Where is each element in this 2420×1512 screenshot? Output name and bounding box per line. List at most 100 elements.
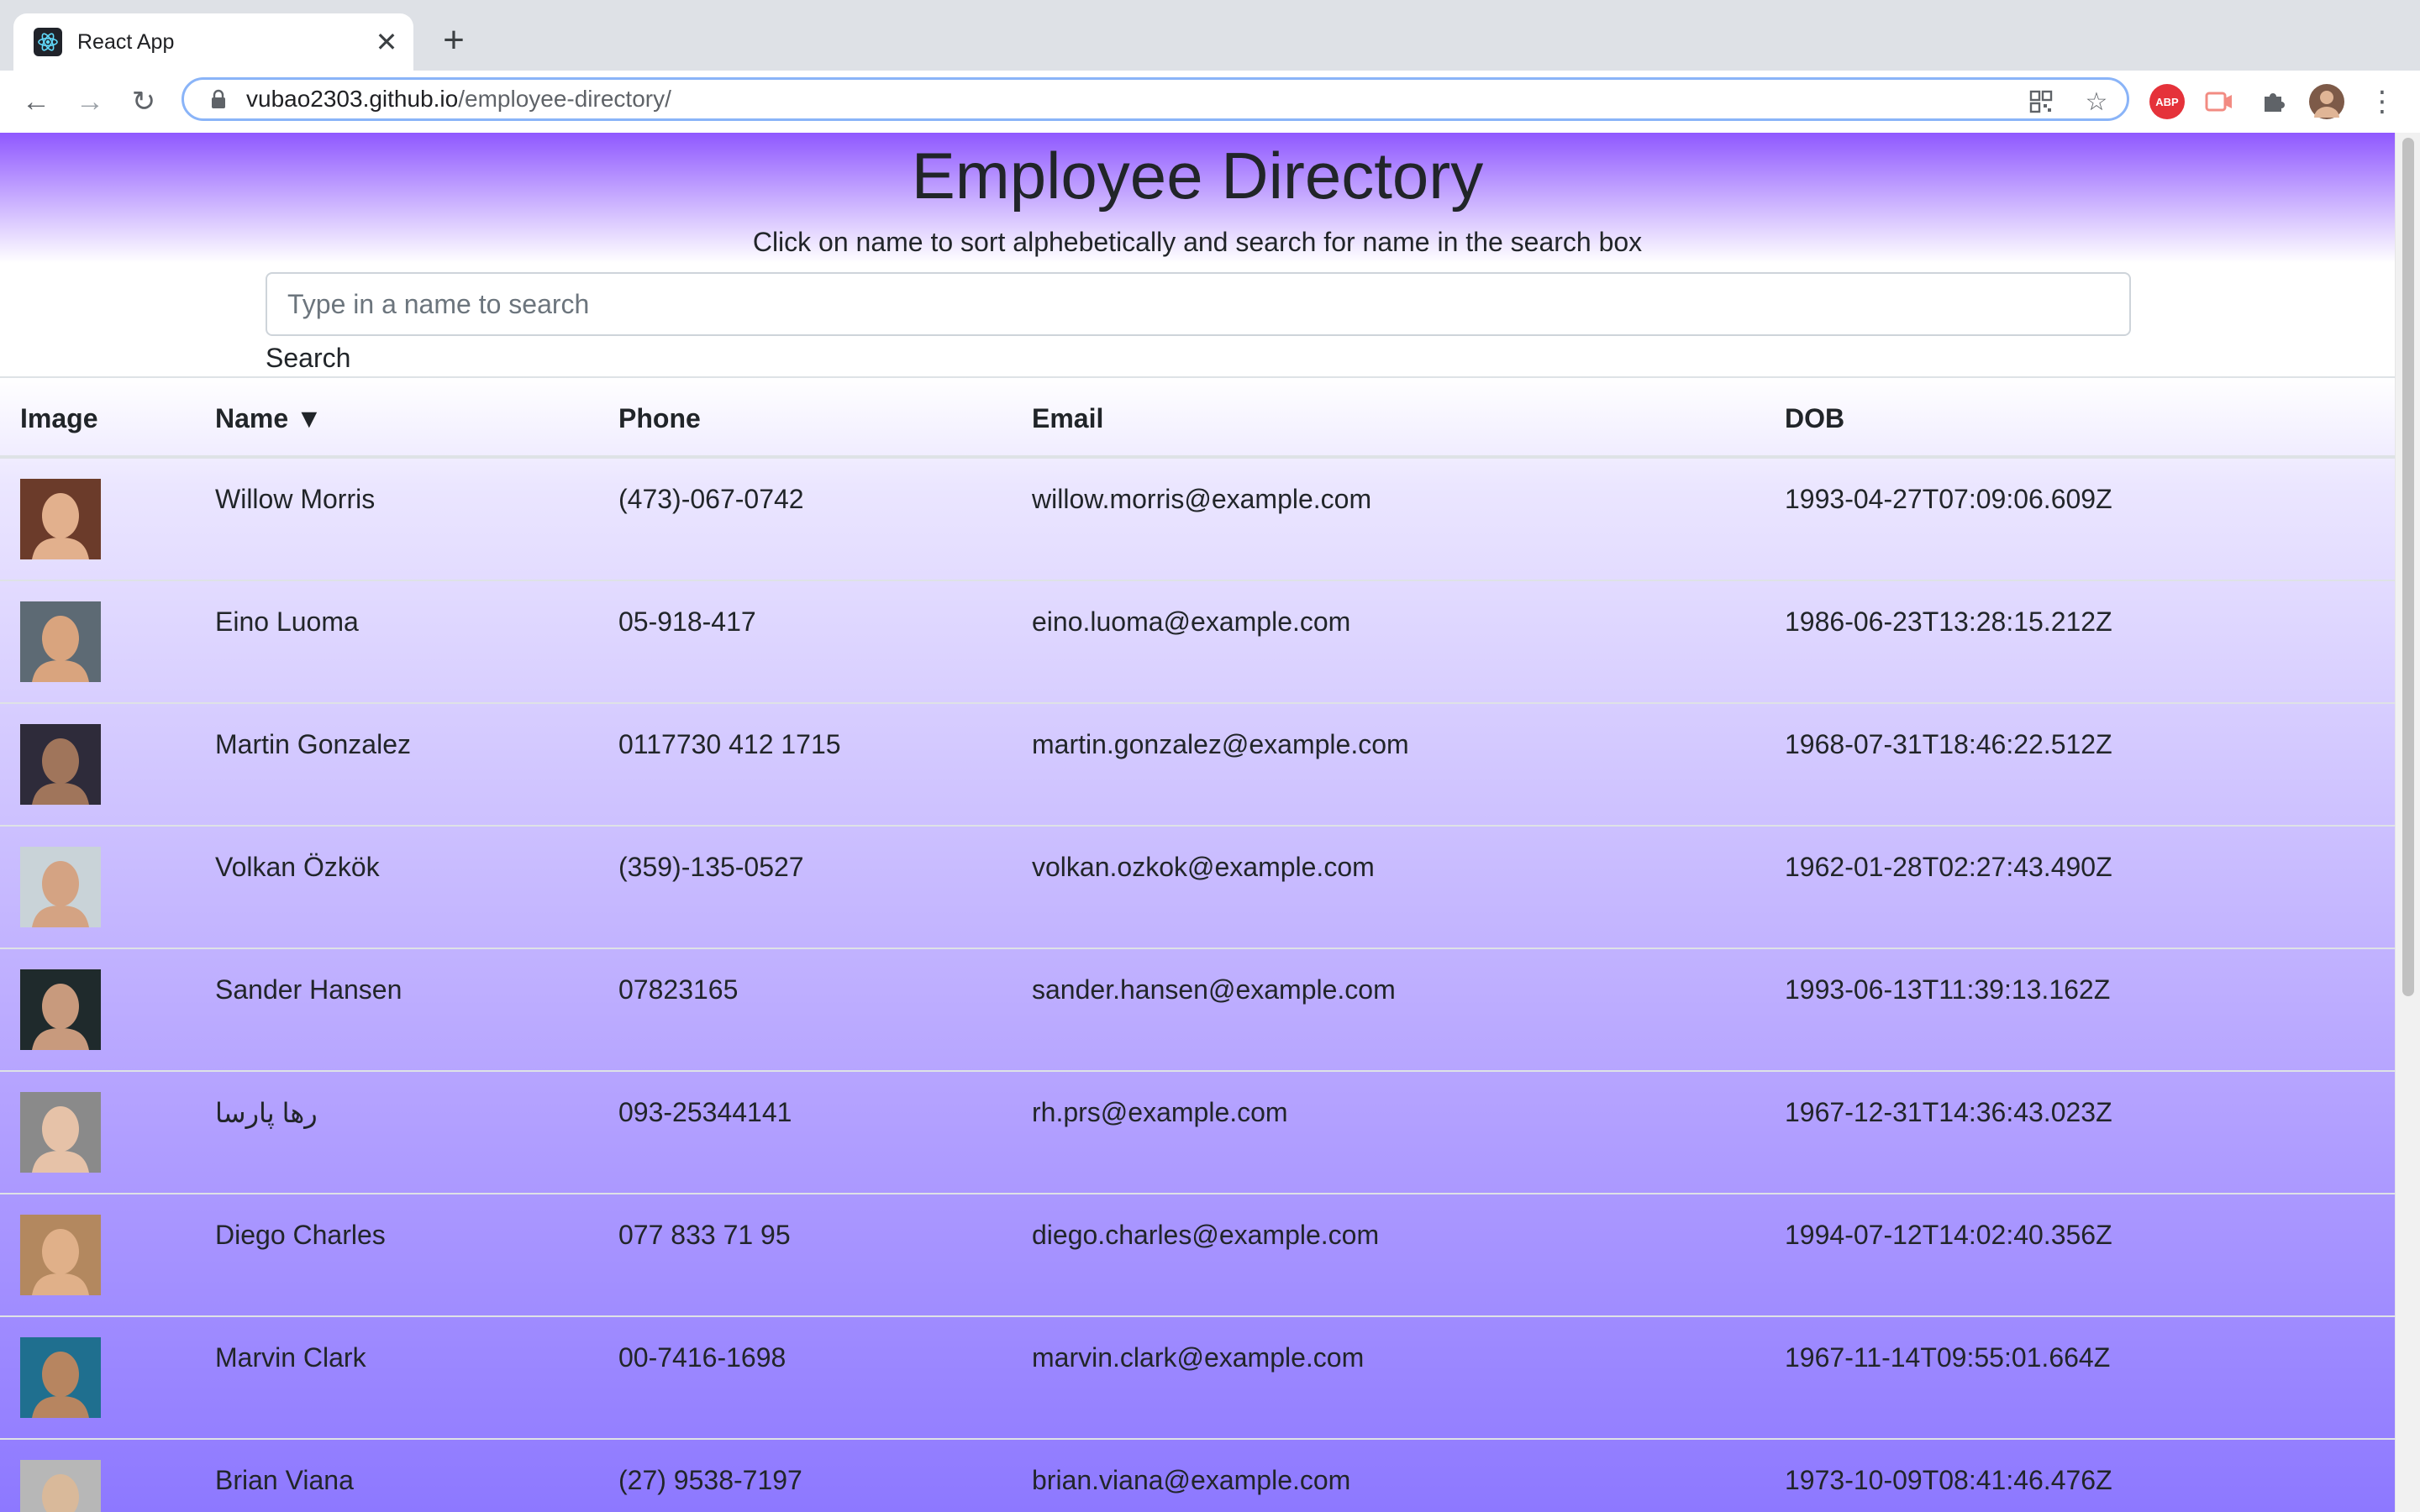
employee-email: brian.viana@example.com: [1032, 1465, 1351, 1495]
employee-dob: 1962-01-28T02:27:43.490Z: [1785, 852, 2112, 882]
url-path: /employee-directory/: [458, 86, 671, 112]
employee-photo: [20, 601, 101, 682]
employee-name: رها پارسا: [215, 1098, 318, 1128]
table-row: Brian Viana (27) 9538-7197 brian.viana@e…: [0, 1440, 2395, 1512]
employee-avatar-cell: [20, 1460, 101, 1512]
page-viewport: Employee Directory Click on name to sort…: [0, 133, 2395, 1512]
employee-photo: [20, 1337, 101, 1418]
table-header: Image Name ▼ Phone Email DOB: [0, 376, 2395, 459]
employee-email: rh.prs@example.com: [1032, 1097, 1288, 1127]
page-subtitle: Click on name to sort alphebetically and…: [752, 227, 1643, 257]
employee-dob: 1994-07-12T14:02:40.356Z: [1785, 1220, 2112, 1250]
page-scrollbar[interactable]: [2395, 133, 2420, 1512]
employee-avatar-cell: [20, 724, 101, 805]
page-title: Employee Directory: [911, 139, 1484, 213]
search-label: Search: [266, 343, 351, 373]
employee-name: Volkan Özkök: [215, 852, 380, 882]
employee-phone: 05-918-417: [618, 606, 756, 637]
employee-table: Image Name ▼ Phone Email DOB Willow Morr…: [0, 376, 2395, 1512]
employee-avatar-cell: [20, 601, 101, 682]
qr-code-icon[interactable]: [2024, 85, 2058, 118]
employee-phone: 07823165: [618, 974, 739, 1005]
employee-avatar-cell: [20, 847, 101, 927]
table-row: Diego Charles 077 833 71 95 diego.charle…: [0, 1194, 2395, 1317]
employee-name: Diego Charles: [215, 1220, 386, 1250]
employee-photo: [20, 969, 101, 1050]
employee-name: Martin Gonzalez: [215, 729, 411, 759]
employee-phone: 093-25344141: [618, 1097, 792, 1127]
browser-menu-icon[interactable]: ⋮: [2363, 82, 2402, 121]
employee-avatar-cell: [20, 479, 101, 559]
table-row: Eino Luoma 05-918-417 eino.luoma@example…: [0, 581, 2395, 704]
browser-tabstrip: React App ✕ +: [0, 0, 2420, 71]
employee-avatar-cell: [20, 1215, 101, 1295]
close-tab-icon[interactable]: ✕: [370, 25, 403, 59]
column-header-phone: Phone: [618, 403, 701, 433]
employee-dob: 1986-06-23T13:28:15.212Z: [1785, 606, 2112, 637]
employee-dob: 1993-04-27T07:09:06.609Z: [1785, 484, 2112, 514]
employee-dob: 1993-06-13T11:39:13.162Z: [1785, 974, 2111, 1005]
employee-dob: 1967-11-14T09:55:01.664Z: [1785, 1342, 2111, 1373]
employee-photo: [20, 479, 101, 559]
employee-avatar-cell: [20, 969, 101, 1050]
new-tab-plus-icon[interactable]: +: [435, 22, 472, 59]
employee-email: diego.charles@example.com: [1032, 1220, 1380, 1250]
cast-extension-icon[interactable]: [2202, 84, 2237, 119]
employee-dob: 1973-10-09T08:41:46.476Z: [1785, 1465, 2112, 1495]
employee-email: marvin.clark@example.com: [1032, 1342, 1365, 1373]
search-input[interactable]: [266, 272, 2131, 336]
employee-phone: (359)-135-0527: [618, 852, 804, 882]
scrollbar-thumb[interactable]: [2402, 138, 2414, 996]
back-arrow-icon[interactable]: ←: [17, 82, 55, 121]
tab-title: React App: [77, 29, 175, 54]
employee-name: Willow Morris: [215, 484, 376, 514]
react-logo-icon: [34, 28, 62, 56]
browser-toolbar: ← → ↻ vubao2303.github.io/employee-direc…: [0, 71, 2420, 134]
employee-email: willow.morris@example.com: [1032, 484, 1372, 514]
employee-name: Marvin Clark: [215, 1342, 366, 1373]
employee-email: sander.hansen@example.com: [1032, 974, 1396, 1005]
url-text: vubao2303.github.io/employee-directory/: [246, 86, 671, 113]
table-row: Martin Gonzalez 0117730 412 1715 martin.…: [0, 704, 2395, 827]
employee-dob: 1968-07-31T18:46:22.512Z: [1785, 729, 2112, 759]
employee-phone: 0117730 412 1715: [618, 729, 841, 759]
reload-icon[interactable]: ↻: [124, 82, 163, 121]
employee-dob: 1967-12-31T14:36:43.023Z: [1785, 1097, 2112, 1127]
employee-photo: [20, 724, 101, 805]
column-header-dob: DOB: [1785, 403, 1845, 433]
table-row: Marvin Clark 00-7416-1698 marvin.clark@e…: [0, 1317, 2395, 1440]
puzzle-extensions-icon[interactable]: [2255, 84, 2291, 119]
column-header-email: Email: [1032, 403, 1104, 433]
employee-photo: [20, 847, 101, 927]
employee-email: martin.gonzalez@example.com: [1032, 729, 1409, 759]
forward-arrow-icon[interactable]: →: [71, 82, 109, 121]
table-row: Volkan Özkök (359)-135-0527 volkan.ozkok…: [0, 827, 2395, 949]
employee-avatar-cell: [20, 1092, 101, 1173]
table-body: Willow Morris (473)-067-0742 willow.morr…: [0, 459, 2395, 1512]
employee-email: volkan.ozkok@example.com: [1032, 852, 1375, 882]
lock-icon: [206, 89, 231, 109]
url-host: vubao2303.github.io: [246, 86, 459, 112]
column-header-image: Image: [20, 403, 98, 433]
column-header-name-sort[interactable]: Name ▼: [215, 403, 323, 434]
table-row: Willow Morris (473)-067-0742 willow.morr…: [0, 459, 2395, 581]
employee-phone: (473)-067-0742: [618, 484, 804, 514]
employee-email: eino.luoma@example.com: [1032, 606, 1351, 637]
profile-avatar[interactable]: [2309, 84, 2344, 119]
adblock-extension-icon[interactable]: ABP: [2149, 84, 2185, 119]
table-row: رها پارسا 093-25344141 rh.prs@example.co…: [0, 1072, 2395, 1194]
employee-name: Sander Hansen: [215, 974, 402, 1005]
employee-phone: 077 833 71 95: [618, 1220, 791, 1250]
address-bar[interactable]: vubao2303.github.io/employee-directory/ …: [182, 77, 2129, 121]
employee-phone: 00-7416-1698: [618, 1342, 786, 1373]
bookmark-star-icon[interactable]: ☆: [2080, 85, 2113, 118]
employee-name: Eino Luoma: [215, 606, 359, 637]
employee-phone: (27) 9538-7197: [618, 1465, 802, 1495]
employee-avatar-cell: [20, 1337, 101, 1418]
employee-photo: [20, 1460, 101, 1512]
employee-photo: [20, 1092, 101, 1173]
table-row: Sander Hansen 07823165 sander.hansen@exa…: [0, 949, 2395, 1072]
employee-name: Brian Viana: [215, 1465, 354, 1495]
browser-tab[interactable]: React App ✕: [13, 13, 413, 71]
employee-photo: [20, 1215, 101, 1295]
